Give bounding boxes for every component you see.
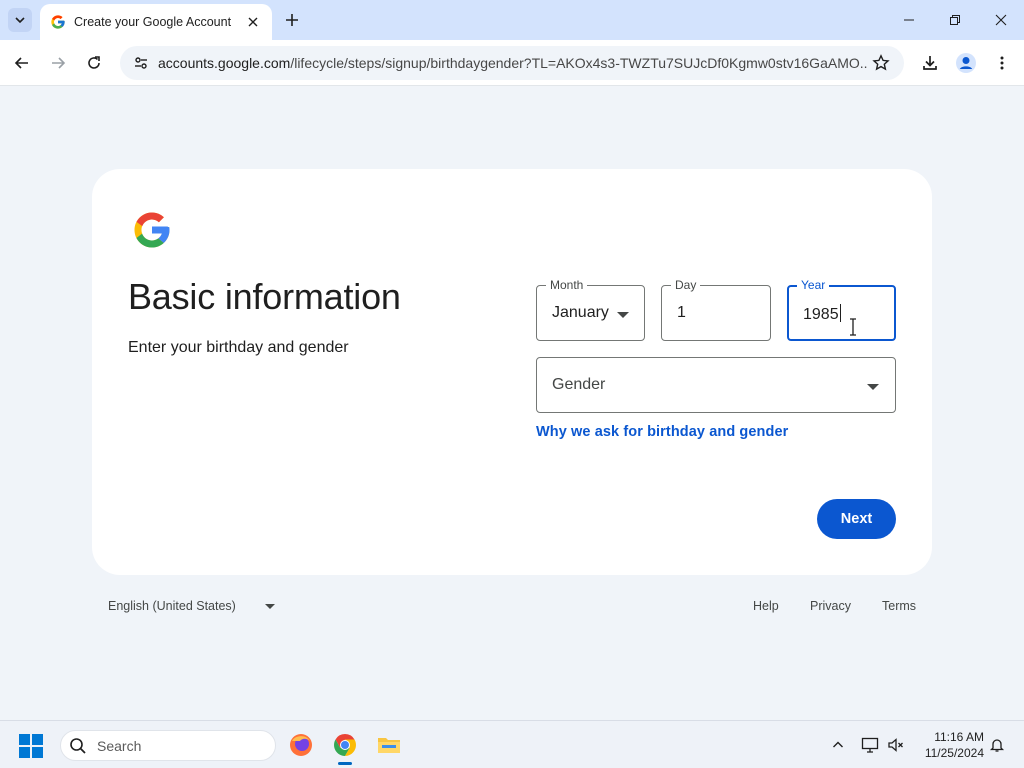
taskbar-search-placeholder: Search [97,737,142,754]
firefox-taskbar-button[interactable] [286,730,316,760]
address-bar[interactable]: accounts.google.com/lifecycle/steps/sign… [120,46,904,80]
system-clock[interactable]: 11:16 AM 11/25/2024 [914,729,984,761]
speaker-muted-icon [888,738,903,752]
url-path: /lifecycle/steps/signup/birthdaygender?T… [290,55,868,71]
restore-icon [950,15,960,25]
volume-button[interactable] [886,735,906,755]
profile-button[interactable] [952,49,980,77]
terms-link[interactable]: Terms [882,599,916,613]
restore-button[interactable] [932,0,978,40]
ibeam-cursor-icon [850,318,856,336]
back-button[interactable] [8,49,36,77]
more-vert-icon [1000,56,1004,70]
arrow-right-icon [52,57,66,69]
search-icon [70,737,86,754]
browser-menu-button[interactable] [988,49,1016,77]
firefox-icon [290,734,312,756]
close-window-button[interactable] [978,0,1024,40]
site-info-button[interactable] [128,50,154,76]
folder-icon [378,738,400,753]
file-explorer-taskbar-button[interactable] [374,730,404,760]
star-icon [872,54,890,71]
page-title: Basic information [128,276,401,317]
close-icon [995,14,1007,26]
plus-icon [286,14,298,26]
google-favicon-icon [51,15,65,29]
taskbar-search[interactable]: Search [60,730,276,761]
page-subtitle: Enter your birthday and gender [128,339,349,356]
year-input[interactable]: Year 1985 [787,278,896,341]
download-icon [923,56,937,70]
chrome-icon [334,734,356,756]
downloads-button[interactable] [916,49,944,77]
network-status-button[interactable] [860,735,880,755]
clock-date: 11/25/2024 [924,746,984,760]
monitor-network-icon [861,737,879,753]
url-text: accounts.google.com/lifecycle/steps/sign… [158,55,868,71]
tab-title: Create your Google Account [74,15,232,29]
notifications-button[interactable] [987,735,1007,755]
language-selector[interactable]: English (United States) [108,599,236,613]
year-value: 1985 [803,306,839,323]
help-link[interactable]: Help [753,599,779,613]
chevron-up-icon [833,741,843,748]
month-label: Month [546,278,588,292]
browser-toolbar: accounts.google.com/lifecycle/steps/sign… [0,40,1024,86]
day-label: Day [671,278,701,292]
next-button[interactable]: Next [817,499,896,539]
day-input[interactable]: Day 1 [661,278,771,341]
gender-placeholder: Gender [552,376,606,393]
show-hidden-icons-button[interactable] [828,735,848,755]
new-tab-button[interactable] [280,8,304,32]
reload-icon [88,56,100,69]
taskbar: Search 11:16 AM 11/25/2024 [0,720,1024,768]
why-we-ask-link[interactable]: Why we ask for birthday and gender [536,424,788,440]
clock-time: 11:16 AM [934,730,984,744]
browser-tab-bar: Create your Google Account [0,0,1024,40]
chevron-down-icon [15,17,25,24]
forward-button[interactable] [44,49,72,77]
tab-close-button[interactable] [244,13,262,31]
privacy-link[interactable]: Privacy [810,599,851,613]
bookmark-button[interactable] [868,50,894,76]
url-domain: accounts.google.com [158,55,291,71]
month-select[interactable]: Month January [536,278,645,341]
browser-tab[interactable]: Create your Google Account [40,4,272,40]
language-dropdown-arrow-icon[interactable] [265,604,275,609]
dropdown-arrow-icon [617,312,629,318]
year-label: Year [797,278,830,292]
reload-button[interactable] [80,49,108,77]
month-value: January [552,304,609,321]
arrow-left-icon [14,57,28,69]
profile-avatar-icon [956,53,976,73]
tune-icon [135,57,147,69]
windows-start-icon[interactable] [18,733,44,759]
close-icon [248,17,258,27]
minimize-icon [904,19,914,21]
chrome-taskbar-button[interactable] [330,730,360,765]
day-value: 1 [677,304,686,321]
text-caret [839,304,841,322]
active-app-indicator [338,762,352,765]
google-logo-icon [134,212,170,248]
tab-search-button[interactable] [8,8,32,32]
gender-select[interactable]: Gender [536,357,896,413]
bell-icon [989,739,1005,752]
minimize-button[interactable] [886,0,932,40]
year-value-wrap: 1985 [803,304,841,324]
dropdown-arrow-icon [867,384,879,390]
